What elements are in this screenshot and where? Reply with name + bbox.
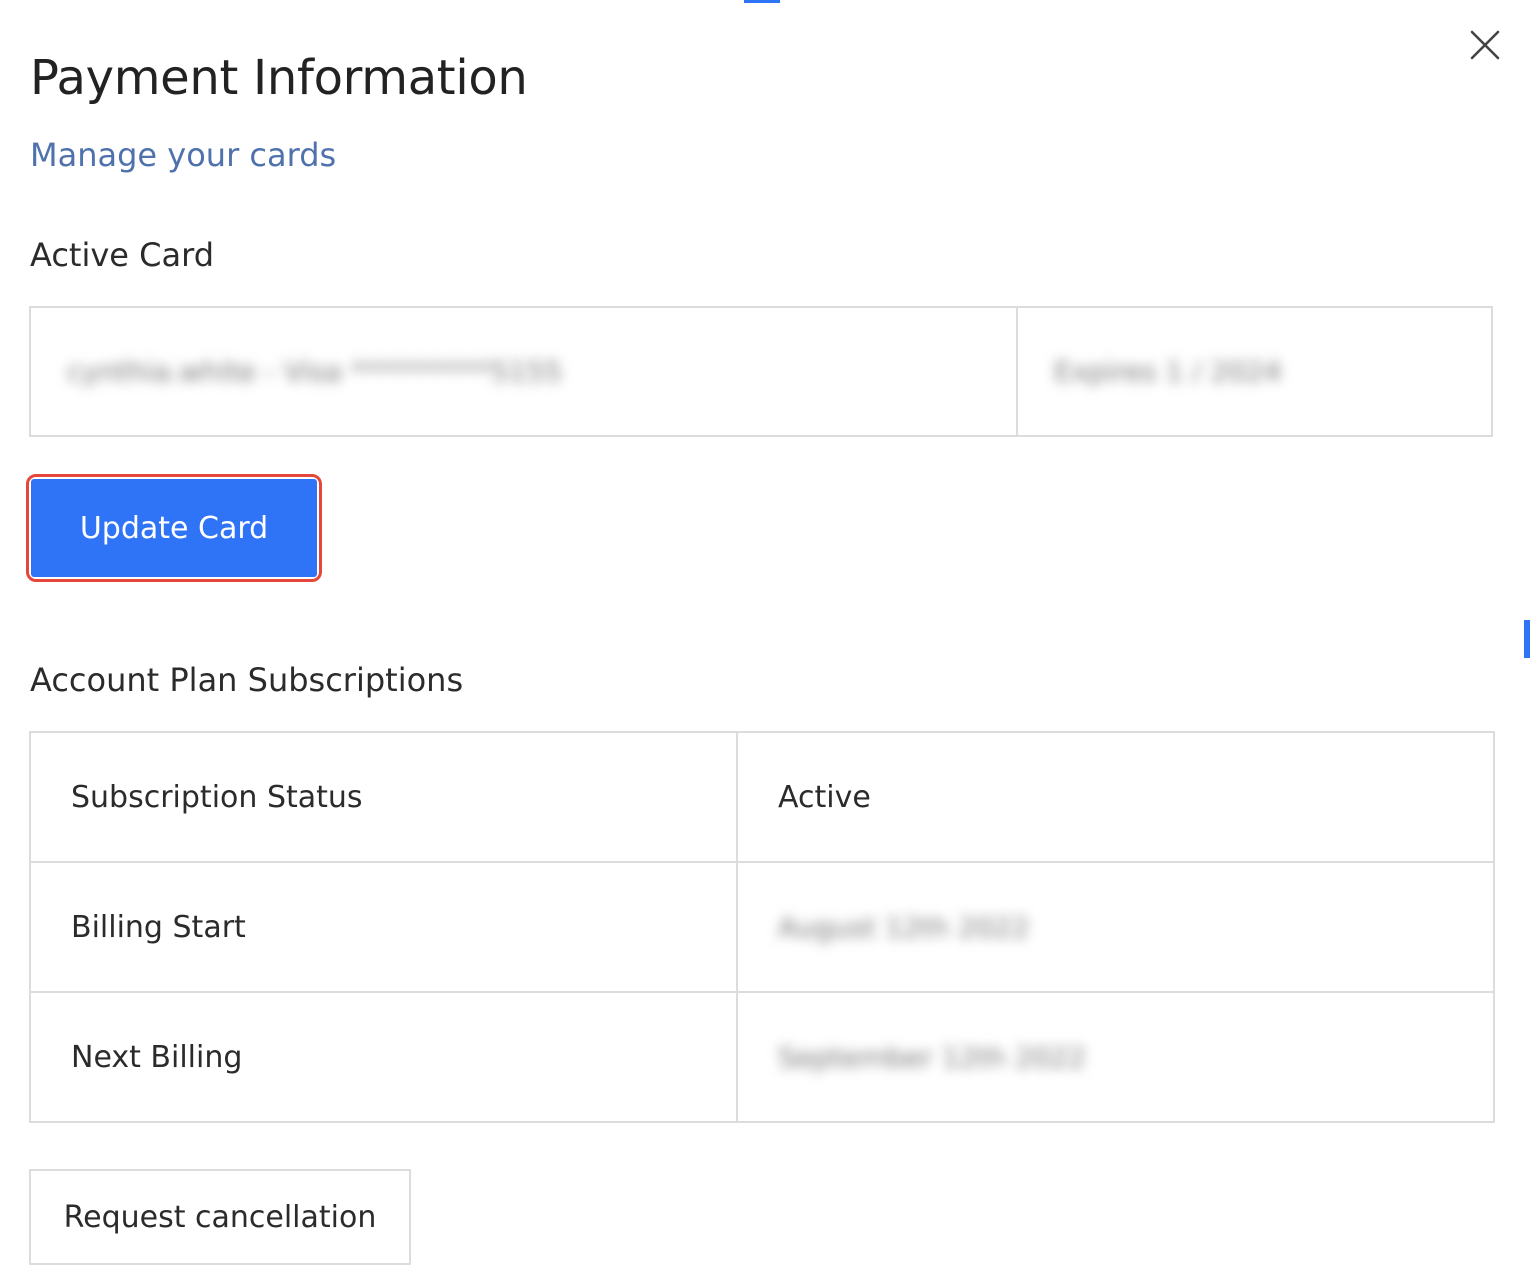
payment-information-modal: Payment Information Manage your cards Ac… <box>0 0 1530 1274</box>
card-name-cell: cynthia.white - Visa **********5155 <box>31 308 1018 435</box>
background-edge-mark <box>744 0 780 3</box>
active-card-box: cynthia.white - Visa **********5155 Expi… <box>29 306 1493 437</box>
next-billing-value: September 12th 2022 <box>778 1040 1087 1074</box>
manage-cards-link[interactable]: Manage your cards <box>30 136 336 174</box>
card-name-redacted: cynthia.white - Visa **********5155 <box>67 355 563 388</box>
request-cancellation-button[interactable]: Request cancellation <box>29 1169 411 1265</box>
close-icon <box>1470 30 1500 60</box>
subscription-status-label: Subscription Status <box>29 731 738 863</box>
table-row: Billing Start August 12th 2022 <box>29 861 1495 993</box>
subscriptions-heading: Account Plan Subscriptions <box>30 661 464 699</box>
billing-start-value: August 12th 2022 <box>778 910 1030 944</box>
billing-start-label: Billing Start <box>29 861 738 993</box>
subscription-status-value: Active <box>736 731 1495 863</box>
next-billing-value-cell: September 12th 2022 <box>736 991 1495 1123</box>
page-title: Payment Information <box>30 50 528 106</box>
update-card-button[interactable]: Update Card <box>31 479 317 577</box>
active-card-heading: Active Card <box>30 236 215 274</box>
subscriptions-table: Subscription Status Active Billing Start… <box>29 731 1495 1123</box>
billing-start-value-cell: August 12th 2022 <box>736 861 1495 993</box>
card-expiry-cell: Expires 1 / 2024 <box>1018 308 1491 435</box>
table-row: Subscription Status Active <box>29 731 1495 863</box>
close-button[interactable] <box>1462 22 1508 68</box>
card-expiry-redacted: Expires 1 / 2024 <box>1054 355 1282 388</box>
next-billing-label: Next Billing <box>29 991 738 1123</box>
background-edge-mark <box>1524 620 1530 658</box>
table-row: Next Billing September 12th 2022 <box>29 991 1495 1123</box>
